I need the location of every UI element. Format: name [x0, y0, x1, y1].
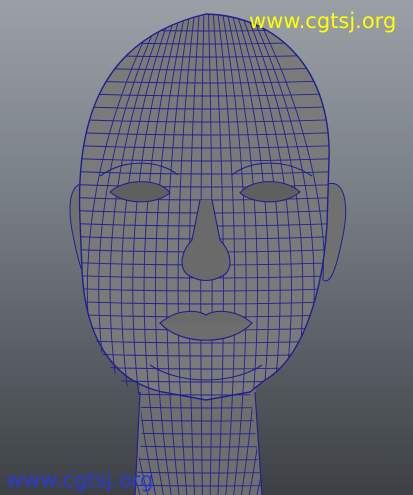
watermark-top: www.cgtsj.org	[249, 9, 397, 33]
head-model[interactable]	[0, 0, 413, 495]
watermark-bottom: www.cgtsj.org	[6, 468, 154, 492]
3d-viewport[interactable]: www.cgtsj.org www.cgtsj.org	[0, 0, 413, 495]
